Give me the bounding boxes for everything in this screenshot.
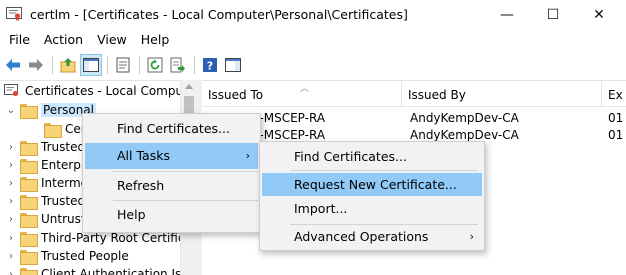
menu-item-label: Refresh bbox=[117, 178, 165, 193]
tree-item-trusted-publishers[interactable]: › Trusted bbox=[6, 192, 85, 210]
menu-item-request-new-certificate[interactable]: Request New Certificate... bbox=[262, 173, 482, 196]
show-action-pane-icon[interactable] bbox=[223, 55, 243, 75]
tree-item-label: Trusted bbox=[41, 140, 86, 154]
toolbar-separator bbox=[107, 56, 108, 74]
close-button[interactable]: ✕ bbox=[576, 0, 622, 30]
menu-separator bbox=[113, 200, 258, 201]
menu-item-find-certificates[interactable]: Find Certificates... bbox=[262, 144, 482, 170]
toolbar-separator bbox=[194, 56, 195, 74]
refresh-icon[interactable] bbox=[145, 55, 165, 75]
menu-item-advanced-operations[interactable]: Advanced Operations › bbox=[262, 224, 482, 250]
certificates-snapin-icon bbox=[4, 84, 19, 97]
folder-icon bbox=[20, 212, 38, 228]
menu-bar: File Action View Help bbox=[0, 30, 626, 50]
menu-item-label: Find Certificates... bbox=[117, 121, 230, 136]
cell-issued-by: AndyKempDev-CA bbox=[410, 111, 519, 125]
menu-item-help[interactable]: Help bbox=[85, 202, 258, 228]
tree-item-label: Certificates - Local Computer bbox=[25, 84, 197, 98]
folder-icon bbox=[20, 267, 38, 275]
column-issued-by[interactable]: Issued By bbox=[402, 81, 602, 107]
menu-file[interactable]: File bbox=[0, 30, 37, 50]
chevron-right-icon[interactable]: › bbox=[6, 233, 16, 244]
chevron-right-icon: › bbox=[469, 230, 474, 243]
menu-separator bbox=[290, 170, 478, 171]
menu-item-label: Import... bbox=[294, 201, 348, 216]
menu-item-refresh[interactable]: Refresh bbox=[85, 173, 258, 199]
menu-item-find-certificates[interactable]: Find Certificates... bbox=[85, 116, 258, 142]
tree-item-trusted-people[interactable]: › Trusted People bbox=[6, 247, 129, 265]
menu-item-label: Find Certificates... bbox=[294, 149, 407, 164]
all-tasks-submenu: Find Certificates... Request New Certifi… bbox=[259, 141, 485, 251]
toolbar: ? bbox=[0, 52, 626, 78]
menu-item-label: All Tasks bbox=[117, 148, 170, 163]
folder-icon bbox=[20, 249, 38, 265]
cell-expiration: 01 bbox=[608, 111, 624, 125]
tree-item-untrusted[interactable]: › Untrust bbox=[6, 210, 86, 228]
toolbar-separator bbox=[139, 56, 140, 74]
svg-text:?: ? bbox=[207, 60, 213, 73]
chevron-right-icon: › bbox=[245, 149, 250, 162]
folder-icon bbox=[20, 140, 38, 156]
folder-icon bbox=[44, 122, 62, 138]
chevron-right-icon[interactable]: › bbox=[6, 251, 16, 262]
properties-icon[interactable] bbox=[113, 55, 133, 75]
menu-help[interactable]: Help bbox=[134, 30, 177, 50]
menu-item-label: Advanced Operations bbox=[294, 229, 429, 244]
menu-view[interactable]: View bbox=[90, 30, 134, 50]
tree-item-label: Client Authentication Issu bbox=[41, 267, 196, 275]
tree-item-intermediate[interactable]: › Interme bbox=[6, 174, 88, 192]
folder-icon bbox=[20, 103, 38, 119]
help-icon[interactable]: ? bbox=[200, 55, 220, 75]
context-menu: Find Certificates... All Tasks › Refresh… bbox=[82, 113, 261, 233]
tree-item-label: Trusted bbox=[41, 194, 86, 208]
tree-item-client-auth-issuers[interactable]: › Client Authentication Issu bbox=[6, 265, 195, 275]
tree-item-trusted-root[interactable]: › Trusted bbox=[6, 138, 85, 156]
tree-item-certificates[interactable]: Cer bbox=[44, 120, 86, 138]
maximize-icon: ☐ bbox=[546, 7, 560, 23]
maximize-button[interactable]: ☐ bbox=[530, 0, 576, 30]
chevron-right-icon[interactable]: › bbox=[6, 178, 16, 189]
table-row[interactable]: NDES-MSCEP-RA AndyKempDev-CA 01 bbox=[202, 110, 626, 127]
toolbar-separator bbox=[52, 56, 53, 74]
column-expiration[interactable]: Ex bbox=[602, 81, 626, 107]
column-issued-to[interactable]: Issued To bbox=[202, 81, 402, 107]
chevron-right-icon[interactable]: › bbox=[6, 214, 16, 225]
menu-item-import[interactable]: Import... bbox=[262, 196, 482, 222]
tree-item-root[interactable]: Certificates - Local Computer bbox=[4, 82, 197, 100]
close-icon: ✕ bbox=[593, 7, 605, 23]
folder-icon bbox=[20, 176, 38, 192]
menu-item-label: Help bbox=[117, 207, 146, 222]
certificate-app-icon bbox=[6, 7, 22, 21]
cell-expiration: 01 bbox=[608, 128, 624, 142]
tree-item-label: Interme bbox=[41, 176, 89, 190]
chevron-down-icon[interactable]: ⌄ bbox=[6, 105, 16, 116]
chevron-right-icon[interactable]: › bbox=[6, 196, 16, 207]
tree-item-enterprise-trust[interactable]: › Enterpr bbox=[6, 156, 86, 174]
tree-item-label: Untrust bbox=[41, 212, 86, 226]
menu-separator bbox=[113, 171, 258, 172]
chevron-right-icon[interactable]: › bbox=[6, 142, 16, 153]
back-arrow-icon[interactable] bbox=[3, 55, 23, 75]
minimize-button[interactable]: — bbox=[484, 0, 530, 30]
scroll-up-arrow-icon[interactable] bbox=[185, 84, 193, 89]
forward-arrow-icon[interactable] bbox=[26, 55, 46, 75]
tree-item-label: Enterpr bbox=[41, 158, 86, 172]
title-bar: certlm - [Certificates - Local Computer\… bbox=[0, 0, 626, 30]
tree-item-label: Trusted People bbox=[41, 249, 129, 263]
tree-item-label: Third-Party Root Certificat bbox=[41, 231, 197, 245]
folder-icon bbox=[20, 194, 38, 210]
menu-item-label: Request New Certificate... bbox=[294, 177, 457, 192]
chevron-right-icon[interactable]: › bbox=[6, 160, 16, 171]
menu-item-all-tasks[interactable]: All Tasks › bbox=[85, 143, 258, 169]
window-title: certlm - [Certificates - Local Computer\… bbox=[30, 7, 408, 22]
folder-icon bbox=[20, 158, 38, 174]
up-folder-icon[interactable] bbox=[58, 55, 78, 75]
minimize-icon: — bbox=[500, 7, 514, 23]
show-hide-tree-icon[interactable] bbox=[80, 54, 102, 76]
menu-action[interactable]: Action bbox=[37, 30, 90, 50]
export-list-icon[interactable] bbox=[168, 55, 188, 75]
list-header: ︿ Issued To Issued By Ex bbox=[202, 81, 626, 107]
folder-icon bbox=[20, 231, 38, 247]
chevron-right-icon[interactable]: › bbox=[6, 269, 16, 275]
